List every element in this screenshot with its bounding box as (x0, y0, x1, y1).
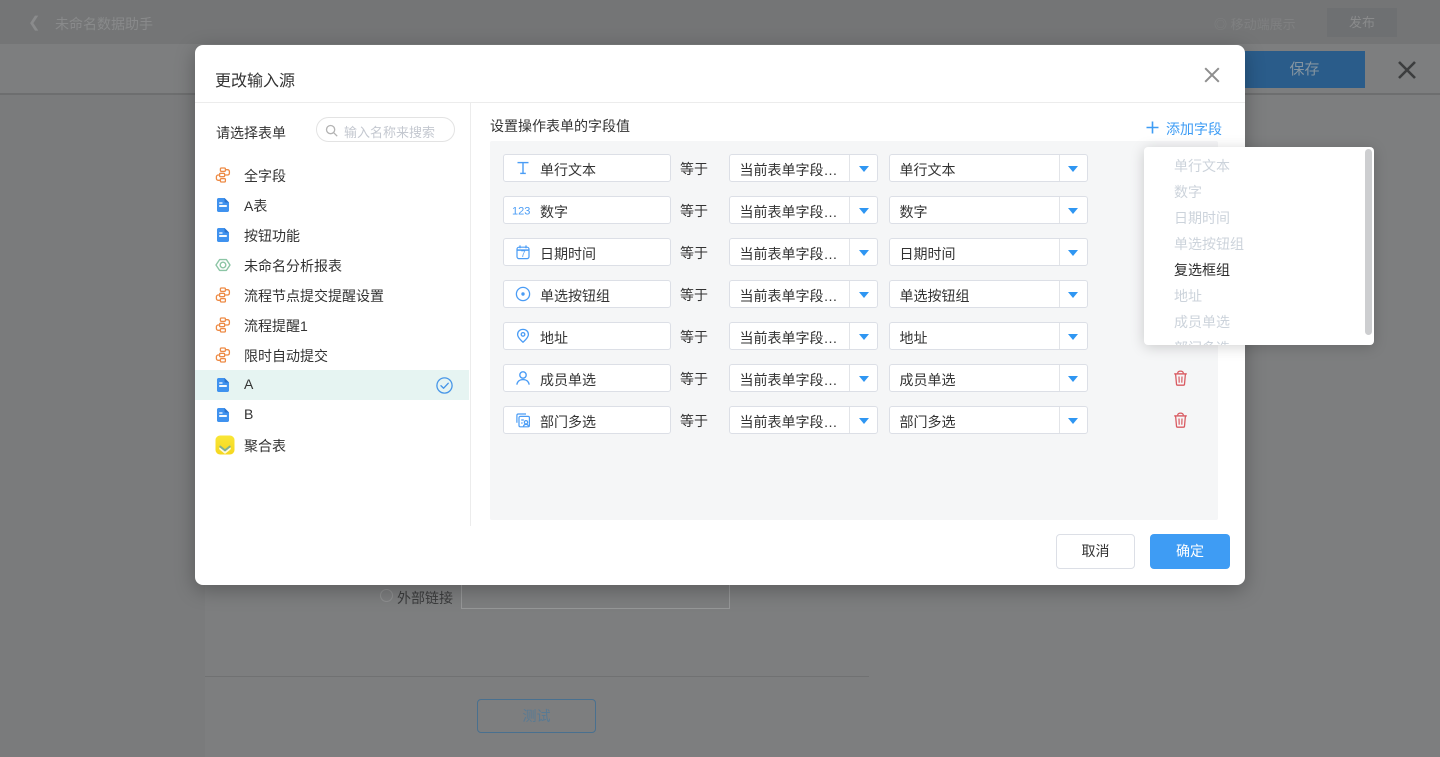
svg-text:7: 7 (521, 249, 526, 259)
svg-text:123: 123 (512, 206, 530, 218)
